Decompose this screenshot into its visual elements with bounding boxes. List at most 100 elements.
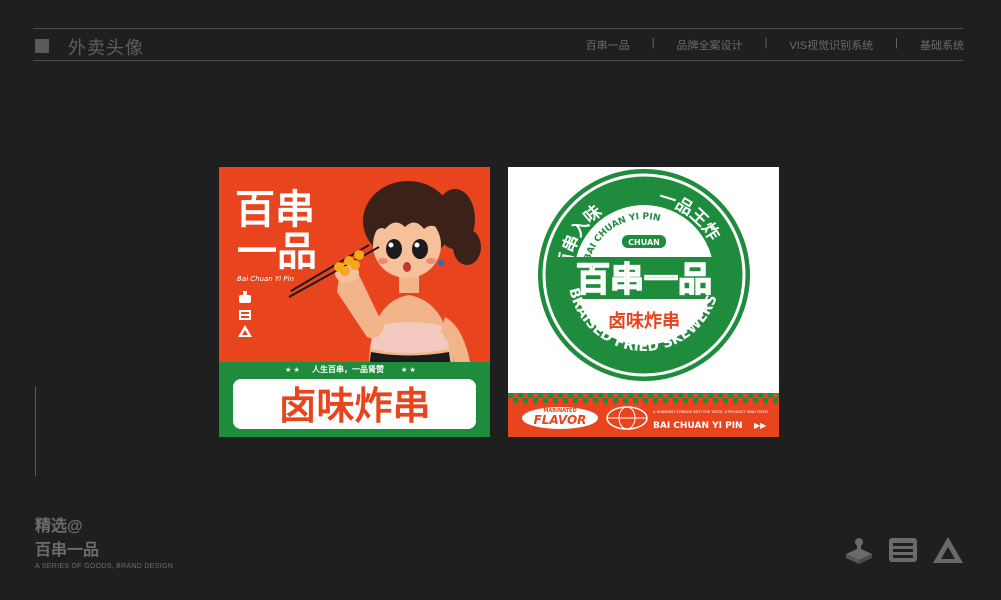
checker-cell — [738, 393, 743, 398]
checker-cell — [533, 398, 538, 403]
footer-label: 精选@ — [35, 518, 83, 535]
checker-cell — [638, 398, 643, 403]
checker-cell — [728, 398, 733, 403]
checker-cell — [703, 393, 708, 398]
checker-cell — [508, 398, 513, 403]
checker-cell — [698, 393, 703, 398]
badge-avatar-artwork: 百串入味 一品王炸 BAI CHUAN YI PIN CHUAN 百串一品 卤味… — [508, 169, 779, 437]
checker-cell — [568, 398, 573, 403]
checker-cell — [763, 398, 768, 403]
checker-cell — [758, 398, 763, 403]
checker-cell — [598, 393, 603, 398]
checker-cell — [688, 398, 693, 403]
checker-cell — [773, 398, 778, 403]
nav-item-vis[interactable]: VIS视觉识别系统 — [789, 37, 873, 53]
checker-cell — [723, 393, 728, 398]
checker-cell — [583, 393, 588, 398]
footer-caption: A SERIES OF GOODS, BRAND DESIGN — [35, 563, 174, 570]
checker-cell — [573, 398, 578, 403]
nav-item-brand[interactable]: 百串一品 — [586, 37, 630, 53]
checker-strip — [508, 393, 779, 403]
checker-cell — [723, 398, 728, 403]
checker-cell — [598, 398, 603, 403]
checker-cell — [593, 398, 598, 403]
checker-cell — [583, 398, 588, 403]
checker-cell — [513, 393, 518, 398]
checker-cell — [653, 393, 658, 398]
checker-cell — [688, 393, 693, 398]
avatar-card-badge: 百串入味 一品王炸 BAI CHUAN YI PIN CHUAN 百串一品 卤味… — [508, 167, 779, 437]
checker-cell — [633, 393, 638, 398]
checker-cell — [558, 398, 563, 403]
avatar-card-character: 百串 一品 Bai Chuan Yi Pin ★ ★ 人生百串，一品肾赞 ★ ★… — [219, 167, 490, 437]
top-divider — [33, 28, 963, 29]
nav-item-basic-system[interactable]: 基础系统 — [920, 37, 964, 53]
checker-cell — [628, 393, 633, 398]
checker-cell — [708, 393, 713, 398]
checker-cell — [703, 398, 708, 403]
checker-cell — [668, 398, 673, 403]
flavor-text: FLAVOR — [534, 413, 587, 427]
square-icon — [35, 39, 49, 53]
header-divider — [33, 60, 963, 61]
checker-cell — [753, 398, 758, 403]
checker-cell — [678, 398, 683, 403]
arrow-icon: ▶▶ — [754, 421, 767, 430]
checker-cell — [778, 393, 779, 398]
checker-cell — [673, 393, 678, 398]
checker-cell — [538, 393, 543, 398]
checker-cell — [728, 393, 733, 398]
nav-item-brand-design[interactable]: 品牌全案设计 — [677, 37, 743, 53]
checker-cell — [683, 398, 688, 403]
left-accent-line — [35, 386, 36, 476]
nav-separator: | — [895, 37, 898, 49]
checker-cell — [528, 393, 533, 398]
checker-cell — [743, 398, 748, 403]
checker-cell — [753, 393, 758, 398]
checker-cell — [678, 393, 683, 398]
checker-cell — [748, 398, 753, 403]
logo-mark-icon — [239, 310, 251, 320]
checker-cell — [648, 398, 653, 403]
star-icon: ★ ★ — [285, 366, 300, 374]
checker-cell — [538, 398, 543, 403]
checker-cell — [663, 398, 668, 403]
footer-brand: 百串一品 — [35, 542, 100, 559]
checker-cell — [543, 398, 548, 403]
checker-cell — [618, 393, 623, 398]
checker-cell — [658, 393, 663, 398]
checker-cell — [733, 398, 738, 403]
checker-cell — [578, 398, 583, 403]
checker-cell — [523, 393, 528, 398]
checker-cell — [773, 393, 778, 398]
checker-cell — [578, 393, 583, 398]
checker-cell — [543, 393, 548, 398]
checker-cell — [518, 393, 523, 398]
logo-mark-icon — [889, 538, 917, 562]
checker-cell — [663, 393, 668, 398]
checker-cell — [673, 398, 678, 403]
triangle-logo-icon — [933, 537, 963, 563]
checker-cell — [643, 393, 648, 398]
checker-cell — [528, 398, 533, 403]
checker-cell — [748, 393, 753, 398]
checker-cell — [603, 393, 608, 398]
checker-cell — [758, 393, 763, 398]
nav-separator: | — [764, 37, 768, 49]
checker-cell — [648, 393, 653, 398]
checker-cell — [713, 398, 718, 403]
brand-cn-top: 百串 — [235, 187, 315, 233]
checker-cell — [553, 393, 558, 398]
top-nav: 百串一品 | 品牌全案设计 | VIS视觉识别系统 | 基础系统 — [586, 37, 964, 53]
game-controller-icon — [239, 291, 251, 303]
checker-cell — [618, 398, 623, 403]
product-name: 卤味炸串 — [278, 384, 430, 428]
checker-cell — [548, 393, 553, 398]
chuan-badge-text: CHUAN — [628, 238, 660, 247]
checker-cell — [603, 398, 608, 403]
footer-icons — [844, 536, 964, 564]
slogan-text: 人生百串，一品肾赞 — [312, 364, 384, 374]
flavor-pill: MARINATED FLAVOR — [522, 407, 598, 429]
checker-cell — [638, 393, 643, 398]
checker-cell — [613, 398, 618, 403]
